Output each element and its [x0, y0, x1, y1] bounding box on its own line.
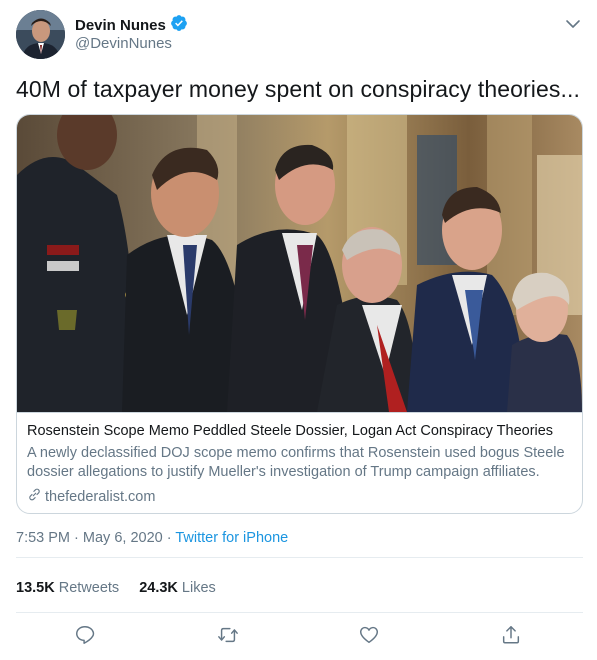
tweet-time[interactable]: 7:53 PM [16, 530, 70, 546]
action-bar [16, 624, 583, 650]
retweet-icon[interactable] [216, 624, 242, 650]
avatar[interactable] [16, 10, 65, 59]
reply-icon[interactable] [74, 624, 100, 650]
verified-badge-icon [170, 14, 188, 37]
heart-icon[interactable] [358, 624, 384, 650]
divider [16, 612, 583, 613]
meta-separator-2: · [166, 530, 172, 546]
share-icon[interactable] [500, 624, 526, 650]
likes-label: Likes [181, 580, 216, 596]
likes-count: 24.3K [139, 580, 178, 596]
divider [16, 557, 583, 558]
card-title[interactable]: Rosenstein Scope Memo Peddled Steele Dos… [27, 423, 553, 439]
link-card[interactable]: Rosenstein Scope Memo Peddled Steele Dos… [16, 114, 583, 514]
retweets-stat[interactable]: 13.5K Retweets [16, 580, 119, 596]
retweets-label: Retweets [58, 580, 120, 596]
retweets-count: 13.5K [16, 580, 55, 596]
author-name[interactable]: Devin Nunes [75, 17, 166, 34]
card-description: A newly declassified DOJ scope memo conf… [27, 445, 565, 480]
card-domain[interactable]: thefederalist.com [27, 487, 155, 506]
tweet-date[interactable]: May 6, 2020 [83, 530, 163, 546]
tweet-meta: 7:53 PM · May 6, 2020 · Twitter for iPho… [16, 530, 288, 546]
chevron-down-icon[interactable] [563, 14, 583, 34]
tweet-stats: 13.5K Retweets 24.3K Likes [16, 580, 216, 596]
card-image[interactable] [17, 115, 582, 412]
author-name-row[interactable]: Devin Nunes [75, 14, 188, 37]
tweet-text: 40M of taxpayer money spent on conspirac… [16, 76, 580, 102]
meta-separator: · [74, 530, 79, 546]
likes-stat[interactable]: 24.3K Likes [139, 580, 216, 596]
tweet-source[interactable]: Twitter for iPhone [175, 530, 288, 546]
author-handle[interactable]: @DevinNunes [75, 35, 172, 52]
link-icon [27, 487, 42, 506]
card-body[interactable]: Rosenstein Scope Memo Peddled Steele Dos… [17, 412, 582, 513]
card-domain-text[interactable]: thefederalist.com [45, 489, 155, 505]
